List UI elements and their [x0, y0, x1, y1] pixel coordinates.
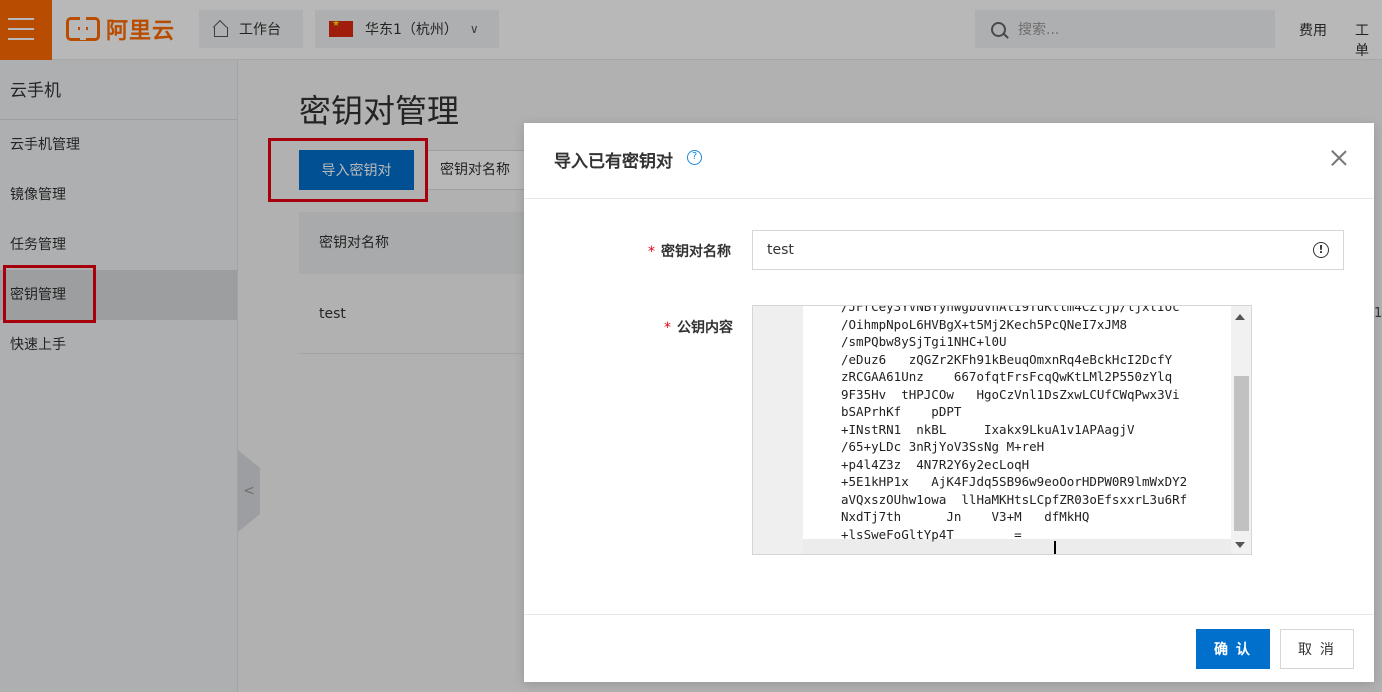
keypair-name-label-text: 密钥对名称: [661, 244, 731, 260]
textarea-scrollbar[interactable]: [1231, 306, 1251, 554]
public-key-line: +INstRN1 nkBL Ixakx9LkuA1v1APAagjV: [841, 421, 1135, 437]
textarea-gutter: [753, 306, 803, 554]
scroll-thumb[interactable]: [1234, 376, 1249, 531]
public-key-line: /smPQbw8ySjTgi1NHC+l0U: [841, 334, 1007, 349]
public-key-line: +5E1kHP1x AjK4FJdq5SB96w9eoOorHDPW0R9lmW…: [841, 474, 1188, 489]
public-key-label-text: 公钥内容: [677, 320, 733, 336]
public-key-line: zRCGAA61Unz 667ofqtFrsFcqQwKtLMl2P550zYl…: [841, 369, 1173, 384]
public-key-line: +p4l4Z3z 4N7R2Y6y2ecLoqH: [841, 456, 1030, 472]
help-icon[interactable]: ?: [687, 150, 702, 165]
scroll-up-icon[interactable]: [1235, 314, 1245, 320]
public-key-line: bSAPrhKf pDPT: [841, 404, 962, 419]
public-key-line: +lsSweFoGltYp4T =: [841, 526, 1022, 542]
text-caret: [1054, 541, 1056, 554]
table-edge-text: 1: [1374, 306, 1382, 321]
confirm-button[interactable]: 确 认: [1196, 629, 1270, 669]
public-key-content: /JFrCey3YVNBYyhwgbuvhAtI9TuKllm4CZljp/lj…: [841, 305, 1231, 543]
keypair-name-label: * 密钥对名称: [648, 241, 731, 261]
dialog-title: 导入已有密钥对: [554, 152, 673, 172]
public-key-line: /eDuz6 zQGZr2KFh91kBeuqOmxnRq4eBckHcI2Dc…: [841, 351, 1173, 367]
public-key-line: NxdTj7th Jn V3+M dfMkHQ: [841, 509, 1090, 524]
required-mark: *: [648, 244, 655, 260]
keypair-name-input[interactable]: [752, 230, 1344, 270]
public-key-line: /JFrCey3YVNBYyhwgbuvhAtI9TuKllm4CZljp/lj…: [841, 305, 1180, 314]
required-mark: *: [664, 320, 671, 336]
scroll-down-icon[interactable]: [1235, 542, 1245, 548]
public-key-textarea[interactable]: /JFrCey3YVNBYyhwgbuvhAtI9TuKllm4CZljp/lj…: [752, 305, 1252, 555]
close-icon[interactable]: [1330, 149, 1348, 167]
public-key-line: /65+yLDc 3nRjYoV3SsNg M+reH: [841, 439, 1045, 454]
dialog-header: 导入已有密钥对 ?: [524, 123, 1374, 199]
public-key-label: * 公钥内容: [664, 317, 733, 337]
cancel-button[interactable]: 取 消: [1280, 629, 1354, 669]
public-key-line: aVQxszOUhw1owa llHaMKHtsLCpfZR03oEfsxxrL…: [841, 491, 1188, 507]
import-keypair-dialog: 导入已有密钥对 ? * 密钥对名称 ! * 公钥内容 /JFrCey3YVNBYyh…: [524, 123, 1374, 682]
info-icon: !: [1313, 242, 1329, 258]
public-key-line: 9F35Hv tHPJCOw HgoCzVnl1DsZxwLCUfCWqPwx3…: [841, 386, 1180, 402]
dialog-footer: 确 认 取 消: [524, 614, 1374, 682]
public-key-line: /OihmpNpoL6HVBgX+t5Mj2Kech5PcQNeI7xJM8: [841, 316, 1127, 332]
